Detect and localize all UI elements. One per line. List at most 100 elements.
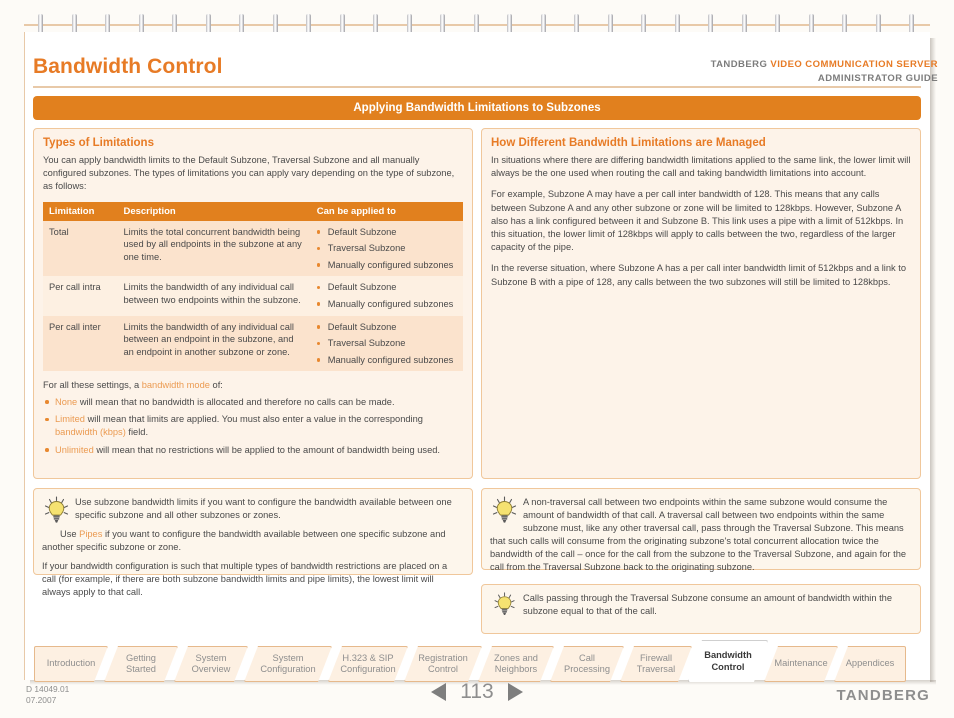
panel-right-paragraph-3: In the reverse situation, where Subzone …: [491, 263, 906, 287]
tab-label: System Overview: [191, 652, 231, 674]
tip-right-1-text: A non-traversal call between two endpoin…: [490, 497, 907, 572]
list-item: Manually configured subzones: [316, 354, 457, 367]
tab-getting-started[interactable]: Getting Started: [104, 646, 178, 682]
brand-prefix: TANDBERG: [710, 59, 771, 70]
applies-to-list: Default Subzone Manually configured subzo…: [316, 281, 457, 311]
tip-left-p2-post: if you want to configure the bandwidth a…: [42, 529, 446, 552]
list-item: Traversal Subzone: [316, 337, 457, 350]
tab-appendices[interactable]: Appendices: [834, 646, 906, 682]
tip-box-subzone-limits: Use subzone bandwidth limits if you want…: [33, 488, 473, 597]
tip-right-2-text: Calls passing through the Traversal Subz…: [523, 593, 892, 616]
tip-box-traversal-bandwidth: Calls passing through the Traversal Subz…: [481, 584, 921, 634]
cell-applies-to: Default Subzone Traversal Subzone Manually…: [310, 315, 463, 372]
tab-label: Call Processing: [564, 652, 610, 674]
panel-how-limitations-managed: How Different Bandwidth Limitations are …: [481, 128, 921, 479]
next-page-arrow-icon[interactable]: [507, 683, 523, 701]
tab-system-overview[interactable]: System Overview: [174, 646, 248, 682]
tab-bandwidth-control[interactable]: Bandwidth Control: [688, 640, 768, 682]
list-item: Manually configured subzones: [316, 259, 457, 272]
tab-label: Firewall Traversal: [636, 652, 676, 674]
tab-zones-and-neighbors[interactable]: Zones and Neighbors: [478, 646, 554, 682]
bandwidth-mode-link[interactable]: bandwidth mode: [142, 380, 210, 390]
tab-label: System Configuration: [260, 652, 316, 674]
bandwidth-mode-intro-pre: For all these settings, a: [43, 380, 142, 391]
brand-header: TANDBERG VIDEO COMMUNICATION SERVER ADMI…: [711, 58, 938, 85]
mode-text: will mean that no bandwidth is allocated…: [77, 396, 395, 407]
header-divider: [33, 86, 921, 88]
tab-label: Introduction: [46, 658, 96, 669]
page-number: 113: [460, 680, 494, 703]
panel-right-paragraph-1: In situations where there are differing …: [491, 155, 911, 179]
previous-page-arrow-icon[interactable]: [431, 683, 447, 701]
pipes-link[interactable]: Pipes: [79, 529, 102, 539]
cell-limitation: Per call intra: [43, 276, 118, 316]
list-item: Default Subzone: [316, 281, 457, 294]
lightbulb-icon: [494, 592, 515, 616]
tab-call-processing[interactable]: Call Processing: [550, 646, 624, 682]
tab-firewall-traversal[interactable]: Firewall Traversal: [620, 646, 692, 682]
tip-left-p2-pre: Use: [60, 529, 80, 539]
bandwidth-mode-intro: For all these settings, a bandwidth mode…: [43, 379, 463, 392]
bandwidth-mode-intro-post: of:: [209, 380, 223, 391]
mode-text: will mean that no restrictions will be a…: [93, 444, 441, 455]
column-header-applies-to: Can be applied to: [310, 201, 463, 221]
tab-label: H.323 & SIP Configuration: [340, 652, 396, 674]
brand-product: VIDEO COMMUNICATION SERVER: [770, 59, 938, 70]
brand-product-line: TANDBERG VIDEO COMMUNICATION SERVER: [711, 58, 938, 72]
list-item: Unlimited will mean that no restrictions…: [43, 444, 463, 457]
document-page: Bandwidth Control TANDBERG VIDEO COMMUNI…: [0, 0, 954, 718]
list-item: Default Subzone: [316, 226, 457, 239]
cell-description: Limits the bandwidth of any individual c…: [117, 315, 311, 372]
table-row: Total Limits the total concurrent bandwid…: [43, 220, 463, 277]
tab-label: Bandwidth Control: [704, 650, 752, 672]
tab-label: Getting Started: [126, 652, 156, 674]
tip-box-traversal-consumption: A non-traversal call between two endpoin…: [481, 488, 921, 572]
tab-registration-control[interactable]: Registration Control: [404, 646, 482, 682]
panel-left-intro: You can apply bandwidth limits to the De…: [43, 155, 455, 192]
tab-system-configuration[interactable]: System Configuration: [244, 646, 332, 682]
column-header-description: Description: [117, 201, 311, 221]
list-item: Manually configured subzones: [316, 298, 457, 311]
mode-term-link[interactable]: Limited: [55, 414, 85, 424]
table-header-row: Limitation Description Can be applied to: [43, 201, 463, 221]
page-title: Bandwidth Control: [33, 55, 223, 78]
list-item: Default Subzone: [316, 321, 457, 334]
bandwidth-modes-list: None will mean that no bandwidth is allo…: [43, 396, 463, 457]
list-item: Limited will mean that limits are applie…: [43, 413, 463, 439]
applies-to-list: Default Subzone Traversal Subzone Manually…: [316, 226, 457, 272]
tab-h-323-sip-configuration[interactable]: H.323 & SIP Configuration: [328, 646, 408, 682]
cell-applies-to: Default Subzone Traversal Subzone Manually…: [310, 220, 463, 277]
tandberg-logo: TANDBERG: [836, 687, 930, 704]
mode-text: will mean that limits are applied. You m…: [84, 414, 423, 425]
cell-limitation: Per call inter: [43, 315, 118, 372]
list-item: None will mean that no bandwidth is allo…: [43, 396, 463, 409]
lightbulb-icon: [44, 496, 69, 523]
panel-left-heading: Types of Limitations: [43, 137, 154, 149]
column-header-limitation: Limitation: [43, 201, 118, 221]
panel-right-paragraph-2: For example, Subzone A may have a per ca…: [491, 189, 904, 253]
lightbulb-icon: [492, 496, 517, 523]
section-banner: Applying Bandwidth Limitations to Subzon…: [33, 96, 921, 120]
cell-limitation: Total: [43, 220, 118, 277]
cell-description: Limits the total concurrent bandwidth be…: [117, 220, 311, 277]
tip-left-paragraph-2: Use Pipes if you want to configure the b…: [42, 528, 462, 554]
table-row: Per call inter Limits the bandwidth of an…: [43, 315, 463, 372]
tip-left-paragraph-3: If your bandwidth configuration is such …: [42, 561, 448, 597]
mode-term-link[interactable]: None: [55, 397, 77, 407]
cell-applies-to: Default Subzone Manually configured subzo…: [310, 276, 463, 316]
bandwidth-kbps-link[interactable]: bandwidth (kbps): [55, 427, 126, 437]
tab-label: Maintenance: [774, 658, 828, 669]
list-item: Traversal Subzone: [316, 242, 457, 255]
panel-types-of-limitations: Types of Limitations You can apply bandw…: [33, 128, 473, 479]
tab-maintenance[interactable]: Maintenance: [764, 646, 838, 682]
table-row: Per call intra Limits the bandwidth of an…: [43, 276, 463, 316]
mode-term-link[interactable]: Unlimited: [55, 445, 94, 455]
page-shadow-right: [930, 38, 936, 682]
chapter-tabs: Introduction Getting Started System Overview…: [24, 640, 930, 682]
tab-introduction[interactable]: Introduction: [34, 646, 108, 682]
tab-label: Zones and Neighbors: [494, 652, 538, 674]
applies-to-list: Default Subzone Traversal Subzone Manually…: [316, 321, 457, 367]
tab-label: Registration Control: [418, 652, 468, 674]
mode-text-2: field.: [125, 427, 149, 438]
tab-label: Appendices: [845, 658, 895, 669]
